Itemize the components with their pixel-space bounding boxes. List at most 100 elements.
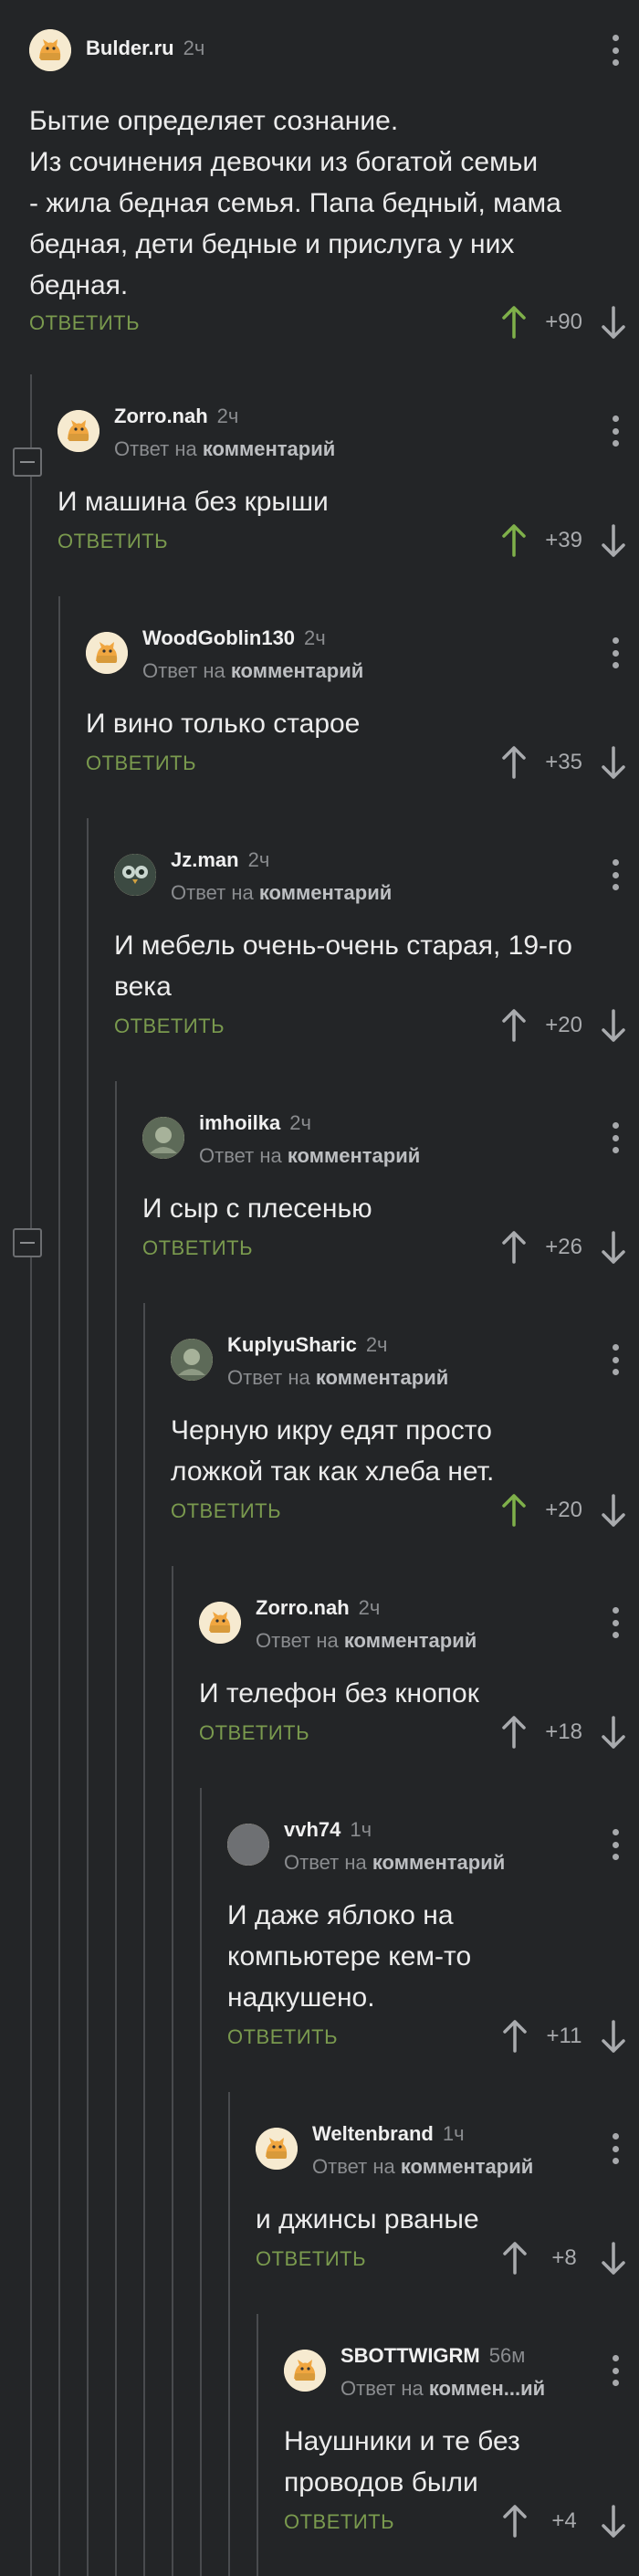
downvote-icon[interactable] bbox=[601, 524, 626, 557]
reply-to-link[interactable]: комментарий bbox=[231, 659, 363, 682]
rating-value: +20 bbox=[545, 1498, 582, 1522]
more-options-icon[interactable] bbox=[612, 415, 619, 447]
comment-author[interactable]: Weltenbrand 1ч bbox=[312, 2122, 465, 2146]
avatar[interactable] bbox=[86, 632, 128, 674]
more-options-icon[interactable] bbox=[612, 1607, 619, 1638]
downvote-icon[interactable] bbox=[601, 306, 626, 339]
avatar[interactable] bbox=[227, 1824, 269, 1866]
author-name[interactable]: Zorro.nah bbox=[256, 1596, 350, 1619]
downvote-icon[interactable] bbox=[601, 2505, 626, 2538]
upvote-icon[interactable] bbox=[501, 1009, 527, 1042]
comment: Zorro.nah 2ч Ответ на комментарий И телефон… bbox=[0, 1596, 639, 1778]
cat-avatar-icon bbox=[284, 2350, 326, 2392]
rating-control: +26 bbox=[501, 1229, 626, 1266]
comment-author[interactable]: vvh74 1ч bbox=[284, 1818, 372, 1842]
rating-value: +26 bbox=[545, 1235, 582, 1259]
gray-avatar-icon bbox=[227, 1824, 269, 1866]
avatar[interactable] bbox=[114, 854, 156, 896]
reply-to-link[interactable]: комментарий bbox=[344, 1629, 477, 1652]
owl-avatar-icon bbox=[114, 854, 156, 896]
reply-to-label: Ответ на комментарий bbox=[256, 1629, 477, 1653]
reply-button[interactable]: ОТВЕТИТЬ bbox=[86, 752, 196, 775]
reply-button[interactable]: ОТВЕТИТЬ bbox=[199, 1721, 309, 1745]
author-name[interactable]: Jz.man bbox=[171, 848, 239, 871]
reply-to-link[interactable]: комментарий bbox=[372, 1851, 505, 1874]
author-name[interactable]: vvh74 bbox=[284, 1818, 340, 1841]
reply-button[interactable]: ОТВЕТИТЬ bbox=[284, 2510, 394, 2534]
avatar[interactable] bbox=[58, 410, 100, 452]
more-options-icon[interactable] bbox=[612, 2133, 619, 2164]
comment-author[interactable]: KuplyuSharic 2ч bbox=[227, 1333, 388, 1357]
author-name[interactable]: Bulder.ru bbox=[86, 37, 174, 59]
upvote-icon[interactable] bbox=[501, 306, 527, 339]
comment: SBOTTWIGRM 56м Ответ на коммен...ий Наушник… bbox=[0, 2344, 639, 2567]
reply-to-link[interactable]: комментарий bbox=[203, 437, 335, 460]
reply-button[interactable]: ОТВЕТИТЬ bbox=[29, 311, 140, 335]
avatar[interactable] bbox=[29, 29, 71, 71]
rating-value: +4 bbox=[551, 2508, 577, 2533]
reply-button[interactable]: ОТВЕТИТЬ bbox=[114, 1015, 225, 1038]
reply-to-prefix: Ответ на bbox=[340, 2377, 429, 2400]
reply-to-link[interactable]: комментарий bbox=[259, 881, 392, 904]
more-options-icon[interactable] bbox=[612, 35, 619, 66]
cat-avatar-icon bbox=[86, 632, 128, 674]
reply-button[interactable]: ОТВЕТИТЬ bbox=[256, 2247, 366, 2271]
comment-text-line: компьютере кем-то bbox=[227, 1941, 472, 1971]
more-options-icon[interactable] bbox=[612, 1122, 619, 1153]
more-options-icon[interactable] bbox=[612, 637, 619, 668]
downvote-icon[interactable] bbox=[601, 2242, 626, 2275]
upvote-icon[interactable] bbox=[501, 746, 527, 779]
avatar[interactable] bbox=[284, 2350, 326, 2392]
rating-control: +20 bbox=[501, 1492, 626, 1529]
upvote-icon[interactable] bbox=[501, 1716, 527, 1749]
downvote-icon[interactable] bbox=[601, 1716, 626, 1749]
reply-button[interactable]: ОТВЕТИТЬ bbox=[171, 1499, 281, 1523]
comment-author[interactable]: SBOTTWIGRM 56м bbox=[340, 2344, 525, 2368]
comment-author[interactable]: Zorro.nah 2ч bbox=[114, 405, 238, 428]
reply-button[interactable]: ОТВЕТИТЬ bbox=[142, 1236, 253, 1260]
comment-text: Наушники и те без проводов были bbox=[284, 2421, 612, 2503]
downvote-icon[interactable] bbox=[601, 1009, 626, 1042]
upvote-icon[interactable] bbox=[502, 2020, 528, 2053]
comment-author[interactable]: imhoilka 2ч bbox=[199, 1111, 311, 1135]
downvote-icon[interactable] bbox=[601, 1231, 626, 1264]
reply-to-link[interactable]: комментарий bbox=[288, 1144, 420, 1167]
comment-text-line: И вино только старое bbox=[86, 709, 361, 739]
upvote-icon[interactable] bbox=[502, 2505, 528, 2538]
downvote-icon[interactable] bbox=[601, 1494, 626, 1527]
author-name[interactable]: imhoilka bbox=[199, 1111, 280, 1134]
avatar[interactable] bbox=[142, 1117, 184, 1159]
more-options-icon[interactable] bbox=[612, 2355, 619, 2386]
author-name[interactable]: WoodGoblin130 bbox=[142, 626, 295, 649]
avatar[interactable] bbox=[171, 1339, 213, 1381]
upvote-icon[interactable] bbox=[502, 2242, 528, 2275]
reply-button[interactable]: ОТВЕТИТЬ bbox=[58, 530, 168, 553]
reply-button[interactable]: ОТВЕТИТЬ bbox=[227, 2025, 338, 2049]
comment-author[interactable]: Jz.man 2ч bbox=[171, 848, 269, 872]
comment-text: и джинсы рваные bbox=[256, 2199, 612, 2240]
reply-to-link[interactable]: коммен...ий bbox=[429, 2377, 545, 2400]
comment-author[interactable]: WoodGoblin130 2ч bbox=[142, 626, 326, 650]
author-name[interactable]: SBOTTWIGRM bbox=[340, 2344, 480, 2367]
upvote-icon[interactable] bbox=[501, 524, 527, 557]
upvote-icon[interactable] bbox=[501, 1231, 527, 1264]
reply-to-link[interactable]: комментарий bbox=[316, 1366, 448, 1389]
comment-author[interactable]: Zorro.nah 2ч bbox=[256, 1596, 380, 1620]
avatar[interactable] bbox=[256, 2128, 298, 2170]
more-options-icon[interactable] bbox=[612, 1829, 619, 1860]
author-name[interactable]: KuplyuSharic bbox=[227, 1333, 357, 1356]
author-name[interactable]: Zorro.nah bbox=[114, 405, 208, 427]
comment: Weltenbrand 1ч Ответ на комментарий и джинс… bbox=[0, 2122, 639, 2304]
comment-author[interactable]: Bulder.ru 2ч bbox=[86, 37, 204, 60]
author-name[interactable]: Weltenbrand bbox=[312, 2122, 434, 2145]
more-options-icon[interactable] bbox=[612, 859, 619, 890]
downvote-icon[interactable] bbox=[601, 2020, 626, 2053]
upvote-icon[interactable] bbox=[501, 1494, 527, 1527]
more-options-icon[interactable] bbox=[612, 1344, 619, 1375]
reply-to-link[interactable]: комментарий bbox=[401, 2155, 533, 2178]
avatar[interactable] bbox=[199, 1602, 241, 1644]
rating-value: +18 bbox=[545, 1719, 582, 1744]
comment: Zorro.nah 2ч Ответ на комментарий И машина … bbox=[0, 405, 639, 586]
downvote-icon[interactable] bbox=[601, 746, 626, 779]
comment-text: И машина без крыши bbox=[58, 481, 612, 522]
